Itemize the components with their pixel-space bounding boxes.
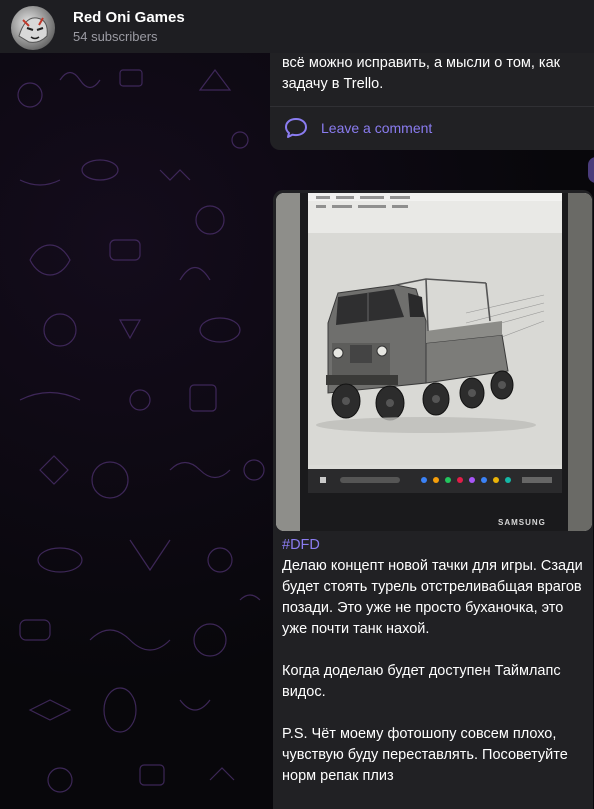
channel-title[interactable]: Red Oni Games (73, 9, 185, 26)
channel-header[interactable]: Red Oni Games 54 subscribers (0, 0, 594, 53)
previous-message-line: задачу в Trello. (282, 76, 384, 92)
previous-message-text: всё можно исправить, а мысли о том, как … (282, 53, 594, 95)
previous-message: всё можно исправить, а мысли о том, как … (270, 44, 594, 150)
post-paragraph: Делаю концепт новой тачки для игры. Сзад… (282, 558, 583, 637)
post-paragraph: P.S. Чёт моему фотошопу совсем плохо, чу… (282, 726, 568, 784)
post-paragraph: Когда доделаю будет доступен Таймлапс ви… (282, 663, 561, 700)
previous-message-line: всё можно исправить, а мысли о том, как (282, 55, 560, 71)
subscriber-count: 54 subscribers (73, 29, 158, 44)
monitor-photo: SAMSUNG (276, 193, 592, 531)
scroll-indicator (588, 157, 594, 183)
channel-avatar[interactable] (11, 6, 55, 50)
comment-bubble-icon (285, 118, 307, 138)
chat-window: Red Oni Games 54 subscribers всё можно и… (0, 0, 594, 809)
post-photo[interactable]: SAMSUNG (276, 193, 592, 531)
leave-comment-button[interactable]: Leave a comment (270, 106, 594, 147)
post-hashtag[interactable]: #DFD (282, 537, 320, 553)
post-body: Делаю концепт новой тачки для игры. Сзад… (282, 556, 588, 787)
channel-post: SAMSUNG #DFD Делаю концепт новой тачки д… (273, 190, 593, 809)
monitor-brand: SAMSUNG (498, 518, 546, 527)
oni-mask-icon (18, 17, 48, 43)
leave-comment-label[interactable]: Leave a comment (321, 120, 432, 136)
